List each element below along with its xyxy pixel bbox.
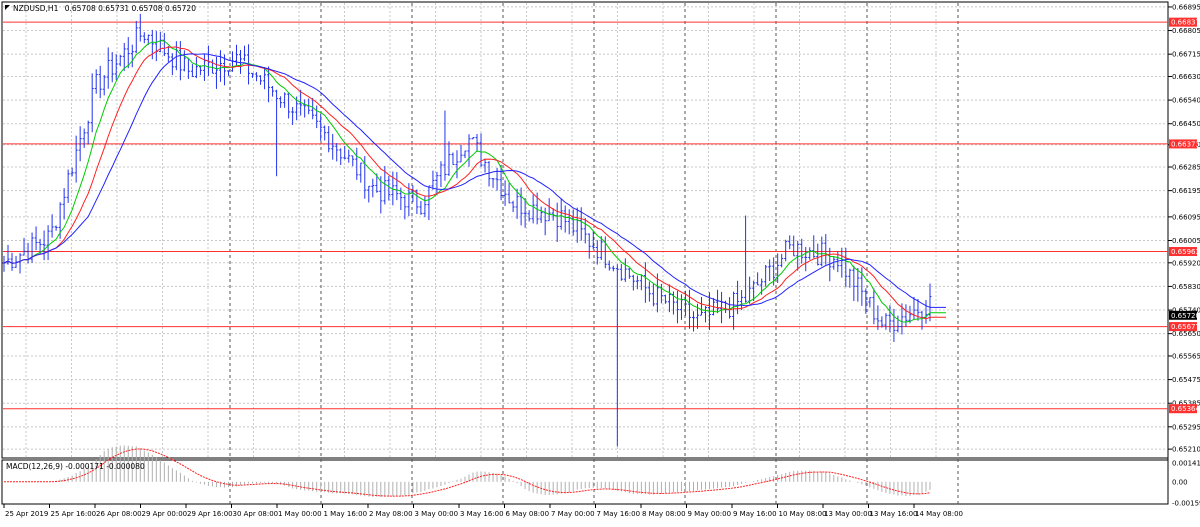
price-chart[interactable]: 0.0014150.00-0.001593 0.668950.668050.66… [0,0,1200,523]
chart-header: NZDUSD,H1 0.65708 0.65731 0.65708 0.6572… [5,4,196,13]
time-tick-label: 14 May 08:00 [915,510,963,518]
time-tick-label: 13 May 00:00 [824,510,872,518]
time-tick-label: 3 May 00:00 [415,510,459,518]
price-tick-label: 0.66540 [1172,97,1200,105]
macd-tick-label: -0.001593 [1172,500,1200,508]
level-tag-text: 0.65677 [1171,323,1200,331]
time-tick-label: 1 May 16:00 [324,510,368,518]
ohlc-label: 0.65708 0.65731 0.65708 0.65720 [65,4,196,13]
ma-slow-line [3,53,946,308]
macd-tick-label: 0.001415 [1172,460,1200,468]
price-tick-label: 0.65475 [1172,376,1200,384]
level-tag-text: 0.66837 [1171,19,1200,27]
price-tick-label: 0.66805 [1172,27,1200,35]
time-tick-label: 6 May 08:00 [506,510,550,518]
chart-grid [3,3,1167,504]
macd-tick-label: 0.00 [1172,478,1188,486]
price-tick-label: 0.65830 [1172,283,1200,291]
level-tag-text: 0.65364 [1171,405,1200,413]
price-tick-label: 0.66285 [1172,164,1200,172]
time-tick-label: 1 May 00:00 [278,510,322,518]
price-tick-label: 0.65920 [1172,259,1200,267]
time-tick-label: 9 May 00:00 [688,510,732,518]
current-price-tag: 0.65720 [1169,310,1200,320]
chart-corner-arrow-icon [5,5,10,10]
macd-histogram: 0.001415 0.00 -0.001593 [4,445,1200,508]
time-tick-label: 7 May 00:00 [551,510,595,518]
time-tick-label: 13 May 16:00 [870,510,918,518]
svg-text:NZDUSD,H1 0.65708 0.65: NZDUSD,H1 0.65708 0.65731 0.65708 0.6572… [13,4,196,13]
price-tick-label: 0.66630 [1172,73,1200,81]
level-tag-text: 0.65963 [1171,248,1200,256]
svg-text:0.65720: 0.65720 [1171,312,1200,320]
price-tick-label: 0.65210 [1172,446,1200,454]
time-tick-label: 8 May 08:00 [642,510,686,518]
time-tick-label: 29 Apr 00:00 [142,510,188,518]
time-tick-label: 25 Apr 2019 [5,510,48,518]
price-tick-label: 0.66005 [1172,237,1200,245]
moving-averages [3,40,946,323]
price-tick-label: 0.66715 [1172,51,1200,59]
time-axis: 25 Apr 2019 25 Apr 16:00 26 Apr 08:00 29 Ap… [3,504,963,518]
level-tag-text: 0.66373 [1171,140,1200,148]
price-bars [2,13,932,447]
level-lines [3,21,1168,410]
time-tick-label: 9 May 16:00 [733,510,777,518]
time-tick-label: 30 Apr 08:00 [233,510,279,518]
price-tick-label: 0.65650 [1172,330,1200,338]
macd-label: MACD(12,26,9) -0.000171 -0.000080 [6,462,145,471]
price-tick-label: 0.65565 [1172,352,1200,360]
symbol-label: NZDUSD,H1 [13,4,59,13]
price-tick-label: 0.65295 [1172,423,1200,431]
price-tick-label: 0.66195 [1172,187,1200,195]
time-tick-label: 10 May 08:00 [779,510,827,518]
price-tick-label: 0.66450 [1172,120,1200,128]
time-tick-label: 29 Apr 16:00 [187,510,233,518]
time-tick-label: 25 Apr 16:00 [51,510,97,518]
price-tick-label: 0.66895 [1172,3,1200,11]
macd-signal-line [4,448,931,497]
price-tick-label: 0.66095 [1172,213,1200,221]
time-tick-label: 7 May 16:00 [597,510,641,518]
price-axis: 0.66895 0.66805 0.66715 0.66630 0.66540 0.664… [1168,3,1200,454]
time-tick-label: 3 May 16:00 [460,510,504,518]
time-tick-label: 2 May 08:00 [369,510,413,518]
time-tick-label: 26 Apr 08:00 [96,510,142,518]
terminal-window: 0.0014150.00-0.001593 0.668950.668050.66… [0,0,1200,523]
ma-fast-line [3,40,946,323]
